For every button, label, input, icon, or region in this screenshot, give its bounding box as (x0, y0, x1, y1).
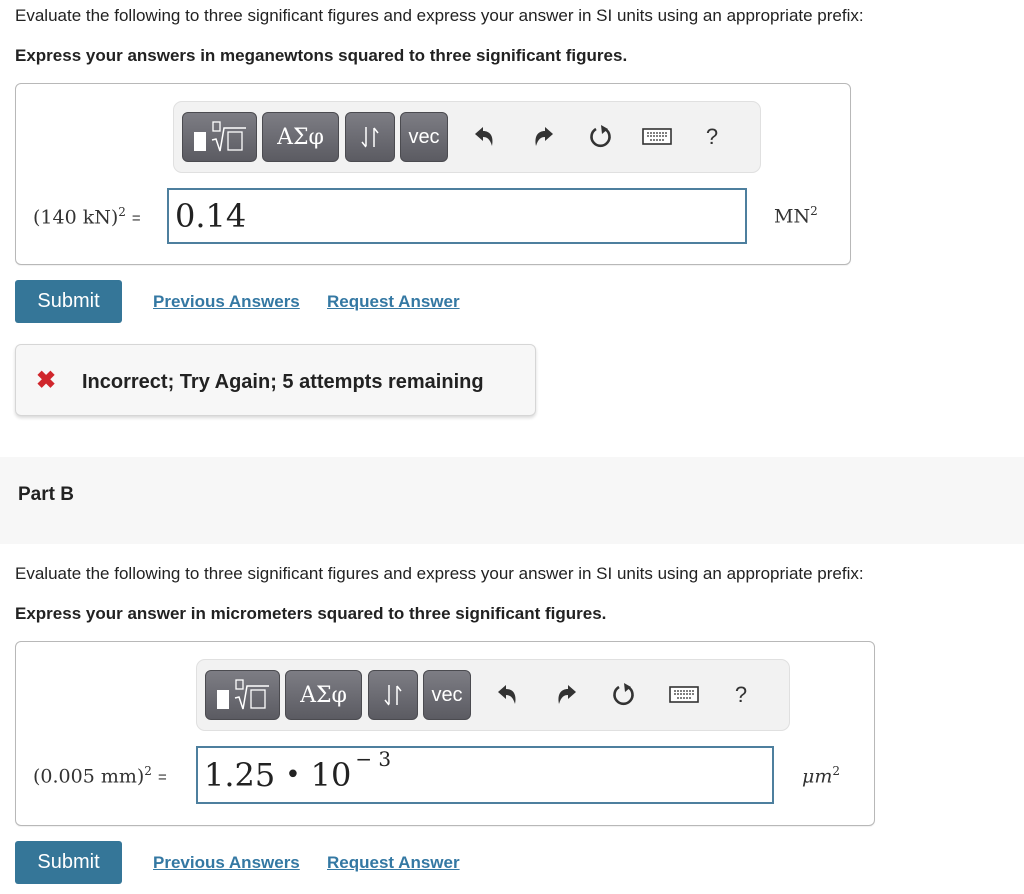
x-icon: ✖ (36, 367, 57, 394)
part-a-bold-instruction: Express your answers in meganewtons squa… (15, 46, 628, 65)
part-a-math-toolbar: ΑΣφ vec ? (173, 101, 761, 173)
part-b-unit: μm2 (802, 764, 840, 787)
fraction-sqrt-template-icon (193, 121, 246, 152)
equals-sign: = (131, 210, 141, 228)
templates-button[interactable] (182, 112, 257, 162)
part-b-answer-input[interactable]: 1.25 • 10 − 3 (196, 746, 774, 804)
part-b-instruction: Evaluate the following to three signific… (15, 564, 864, 583)
greek-symbols-button[interactable]: ΑΣφ (262, 112, 339, 162)
help-icon[interactable]: ? (724, 678, 758, 712)
part-b-expression: (0.005 mm)2 = (33, 764, 167, 787)
undo-icon[interactable] (468, 120, 502, 154)
expression-base: (140 kN) (33, 206, 119, 229)
keyboard-icon[interactable] (667, 678, 701, 712)
answer-mantissa: 1.25 (204, 756, 276, 794)
reset-icon[interactable] (584, 120, 618, 154)
part-a-unit: MN2 (774, 204, 818, 227)
part-b-bold-instruction: Express your answer in micrometers squar… (15, 604, 607, 623)
subscript-superscript-button[interactable] (368, 670, 418, 720)
expression-base: (0.005 mm) (33, 765, 145, 788)
keyboard-icon[interactable] (640, 120, 674, 154)
part-a-expression: (140 kN)2 = (33, 205, 141, 228)
feedback-incorrect: ✖ Incorrect; Try Again; 5 attempts remai… (15, 344, 536, 416)
undo-icon[interactable] (491, 678, 525, 712)
part-b-answer-box: ΑΣφ vec ? (0.005 mm)2= 1.25 • 10 − 3 μm (15, 641, 875, 826)
vector-button[interactable]: vec (423, 670, 471, 720)
answer-exponent: − 3 (355, 747, 392, 771)
times-dot: • (285, 760, 301, 790)
part-a-request-answer-link[interactable]: Request Answer (327, 292, 460, 312)
answer-base: 10 (310, 756, 352, 794)
reset-icon[interactable] (607, 678, 641, 712)
fraction-sqrt-template-icon (216, 679, 269, 710)
part-b-math-toolbar: ΑΣφ vec ? (196, 659, 790, 731)
part-b-header: Part B (0, 457, 1024, 544)
equals-sign: = (157, 769, 167, 787)
unit-exponent: 2 (810, 204, 818, 218)
unit-base: MN (774, 205, 811, 228)
greek-symbols-button[interactable]: ΑΣφ (285, 670, 362, 720)
part-b-request-answer-link[interactable]: Request Answer (327, 853, 460, 873)
part-a-submit-button[interactable]: Submit (15, 280, 122, 323)
expression-exponent: 2 (118, 205, 126, 219)
part-b-title: Part B (18, 484, 74, 505)
templates-button[interactable] (205, 670, 280, 720)
part-a-answer-input[interactable]: 0.14 (167, 188, 747, 244)
part-b-previous-answers-link[interactable]: Previous Answers (153, 853, 300, 873)
redo-icon[interactable] (526, 120, 560, 154)
part-a-answer-box: ΑΣφ vec ? (140 kN)2 = 0.14 MN2 (15, 83, 851, 265)
expression-exponent: 2 (144, 764, 152, 778)
answer-value: 0.14 (175, 197, 247, 235)
part-a-instruction: Evaluate the following to three signific… (15, 6, 864, 25)
help-icon[interactable]: ? (695, 120, 729, 154)
unit-exponent: 2 (832, 764, 841, 778)
part-b-submit-button[interactable]: Submit (15, 841, 122, 884)
vector-button[interactable]: vec (400, 112, 448, 162)
redo-icon[interactable] (549, 678, 583, 712)
unit-base: μm (802, 765, 833, 788)
part-a-previous-answers-link[interactable]: Previous Answers (153, 292, 300, 312)
updown-arrows-icon (361, 127, 379, 148)
subscript-superscript-button[interactable] (345, 112, 395, 162)
updown-arrows-icon (384, 685, 402, 706)
feedback-text: Incorrect; Try Again; 5 attempts remaini… (82, 371, 484, 393)
